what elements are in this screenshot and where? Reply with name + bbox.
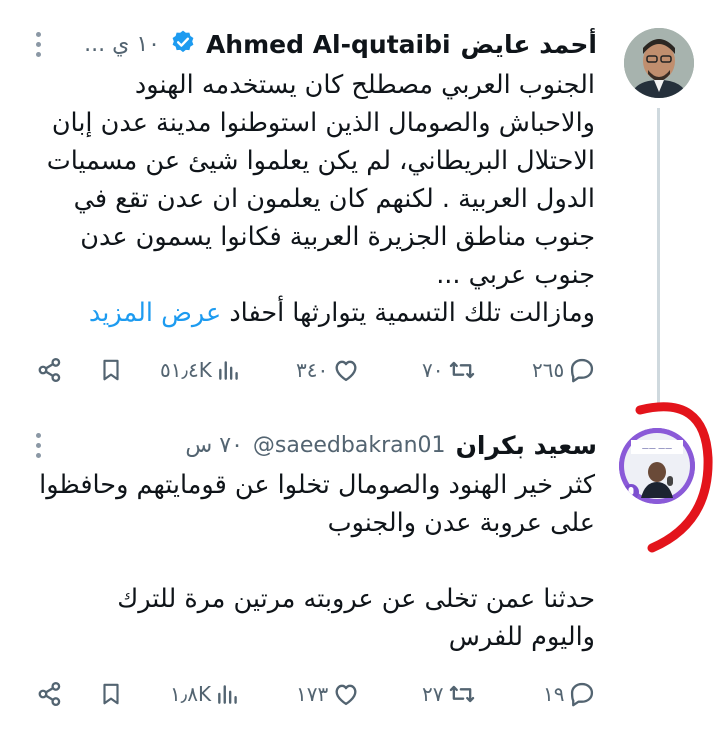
like-icon	[335, 360, 357, 382]
retweet-button[interactable]: ٢٧	[422, 680, 477, 708]
views-button[interactable]: ١٫٨K	[170, 680, 241, 708]
action-bar: ١٩ ٢٧ ١٧٣ ١٫٨K	[0, 680, 720, 720]
timestamp[interactable]: ... ١٠ ي	[84, 32, 160, 57]
text-line: والاحباش والصومال الذين استوطنوا مدينة ع…	[51, 108, 595, 138]
retweet-icon	[450, 685, 475, 703]
tweet-text: كثر خير الهنود والصومال تخلوا عن قومايته…	[39, 466, 595, 656]
text-line: الدول العربية . لكنهم كان يعلمون ان عدن …	[73, 184, 595, 214]
avatar[interactable]	[624, 28, 694, 98]
retweet-count: ٧٠	[422, 358, 444, 382]
like-icon	[335, 684, 357, 706]
handle[interactable]: @saeedbakran01	[253, 433, 446, 458]
text-line	[39, 542, 595, 580]
show-more-link[interactable]: عرض المزيد	[89, 298, 221, 328]
text-line: كثر خير الهنود والصومال تخلوا عن قومايته…	[39, 470, 595, 500]
reply-button[interactable]: ١٩	[543, 680, 596, 708]
display-name[interactable]: أحمد عايض	[461, 30, 597, 59]
reply-icon	[571, 682, 594, 707]
reply-icon	[571, 358, 594, 383]
more-icon[interactable]	[36, 433, 44, 458]
action-bar: ٢٦٥ ٧٠ ٣٤٠ ٥١٫٤K	[0, 356, 720, 396]
like-count: ٣٤٠	[296, 358, 329, 382]
bookmark-button[interactable]	[98, 680, 124, 708]
text-line-last: ومازالت تلك التسمية يتوارثها أحفاد	[229, 298, 595, 328]
text-line: على عروبة عدن والجنوب	[327, 508, 595, 538]
text-line: الاحتلال البريطاني، لم يكن يعلموا شيئ عن…	[46, 146, 595, 176]
share-button[interactable]	[36, 680, 64, 708]
like-button[interactable]: ١٧٣	[296, 680, 360, 708]
text-line: الجنوب العربي مصطلح كان يستخدمه الهنود	[134, 70, 595, 100]
text-line: ومازالت تلك التسمية يتوارثها أحفاد عرض ا…	[47, 294, 595, 332]
reply-count: ١٩	[543, 682, 565, 706]
views-count: ٥١٫٤K	[160, 358, 212, 382]
retweet-button[interactable]: ٧٠	[422, 356, 477, 384]
text-line: واليوم للفرس	[448, 622, 595, 652]
verified-icon	[170, 29, 196, 59]
text-line: حدثنا عمن تخلى عن عروبته مرتين مرة للترك	[117, 584, 595, 614]
retweet-icon	[450, 361, 475, 379]
text-line: جنوب مناطق الجزيرة العربية فكانوا يسمون …	[80, 222, 595, 252]
share-button[interactable]	[36, 356, 64, 384]
username[interactable]: Ahmed Al-qutaibi	[206, 30, 451, 59]
reply-count: ٢٦٥	[532, 358, 565, 382]
text-line: جنوب عربي ...	[436, 260, 595, 290]
share-icon	[38, 357, 61, 383]
like-count: ١٧٣	[296, 682, 329, 706]
retweet-count: ٢٧	[422, 682, 444, 706]
bookmark-icon	[103, 683, 119, 705]
share-icon	[38, 681, 61, 707]
views-icon	[218, 685, 237, 704]
reply-button[interactable]: ٢٦٥	[532, 356, 596, 384]
views-button[interactable]: ٥١٫٤K	[160, 356, 242, 384]
bookmark-icon	[103, 359, 119, 381]
tweet-header: سعيد بكران @saeedbakran01 ٧٠ س	[185, 425, 597, 465]
display-name[interactable]: سعيد بكران	[456, 431, 597, 460]
red-annotation-mark	[635, 402, 713, 553]
tweet-text: الجنوب العربي مصطلح كان يستخدمه الهنود و…	[47, 66, 595, 332]
timestamp[interactable]: ٧٠ س	[185, 433, 243, 458]
bookmark-button[interactable]	[98, 356, 124, 384]
like-button[interactable]: ٣٤٠	[296, 356, 360, 384]
views-icon	[218, 361, 238, 380]
more-icon[interactable]	[36, 32, 44, 57]
tweet-header: أحمد عايض Ahmed Al-qutaibi ... ١٠ ي	[84, 24, 597, 64]
views-count: ١٫٨K	[170, 682, 212, 706]
